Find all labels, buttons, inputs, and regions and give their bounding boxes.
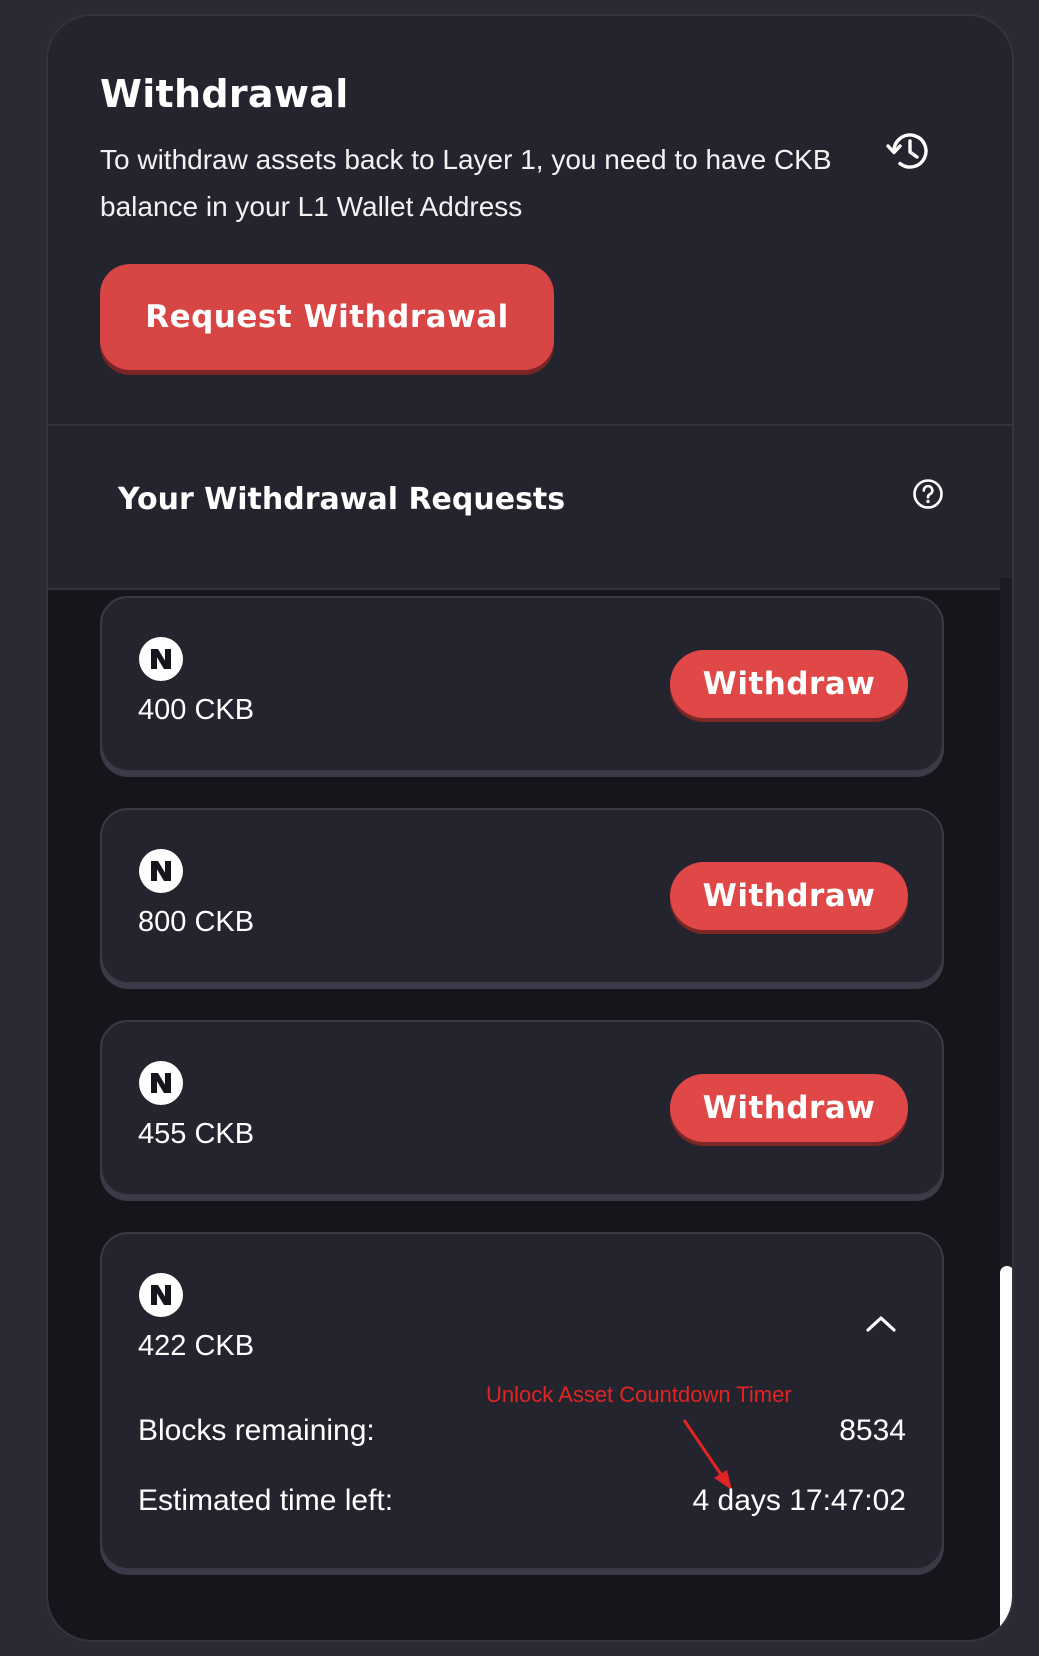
nervos-token-icon [139,1273,183,1317]
withdrawal-title: Withdrawal [100,72,349,116]
request-amount: 422 CKB [138,1330,255,1362]
withdrawal-panel: Withdrawal To withdraw assets back to La… [46,14,1014,1642]
scrollbar-thumb[interactable] [1000,1266,1012,1636]
blocks-remaining-value: 8534 [839,1414,906,1447]
request-withdrawal-button[interactable]: Request Withdrawal [100,264,554,370]
estimated-time-label: Estimated time left: [138,1484,394,1517]
nervos-token-icon [139,637,183,681]
withdrawal-requests-header: Your Withdrawal Requests [48,426,1012,590]
request-amount: 455 CKB [138,1118,255,1150]
withdrawal-request-list: 400 CKB Withdraw 800 CKB Withdraw 455 CK… [100,596,944,1606]
withdraw-button[interactable]: Withdraw [670,650,908,718]
withdrawal-description: To withdraw assets back to Layer 1, you … [100,144,832,222]
annotation-arrow-icon [682,1419,732,1490]
request-amount: 400 CKB [138,694,255,726]
estimated-time-value: 4 days 17:47:02 [692,1484,906,1517]
countdown-annotation: Unlock Asset Countdown Timer [486,1382,792,1407]
withdraw-button[interactable]: Withdraw [670,1074,908,1142]
blocks-remaining-label: Blocks remaining: [138,1414,375,1447]
withdrawal-section: Withdrawal To withdraw assets back to La… [48,16,1012,426]
chevron-up-icon[interactable] [864,1314,898,1334]
help-circle-icon[interactable] [912,478,944,510]
withdrawal-request-item: 400 CKB Withdraw [100,596,944,772]
request-amount: 800 CKB [138,906,255,938]
withdraw-button[interactable]: Withdraw [670,862,908,930]
withdrawal-request-item: 455 CKB Withdraw [100,1020,944,1196]
withdrawal-request-item: 800 CKB Withdraw [100,808,944,984]
nervos-token-icon [139,1061,183,1105]
nervos-token-icon [139,849,183,893]
history-icon[interactable] [884,126,934,176]
withdrawal-request-item-expanded: 422 CKB Unlock Asset Countdown Timer Blo… [100,1232,944,1570]
withdrawal-requests-title: Your Withdrawal Requests [118,482,566,517]
